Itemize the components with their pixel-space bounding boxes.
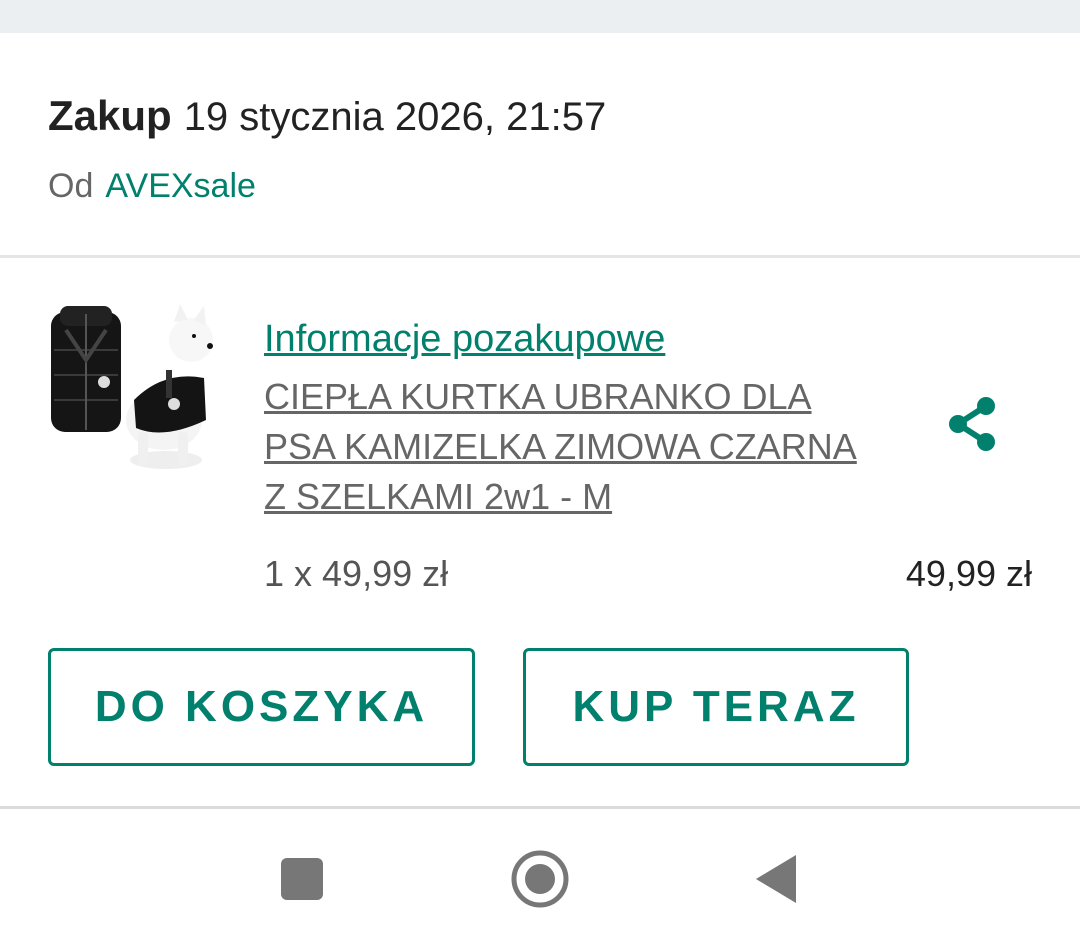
product-title-link[interactable]: CIEPŁA KURTKA UBRANKO DLA PSA KAMIZELKA …	[264, 372, 884, 522]
dog-image	[126, 304, 213, 469]
purchase-title-line: Zakup 19 stycznia 2026, 21:57	[48, 88, 1048, 145]
purchase-label: Zakup	[48, 92, 172, 139]
after-purchase-info-link[interactable]: Informacje pozakupowe	[264, 316, 904, 362]
square-recents-icon[interactable]	[272, 849, 332, 909]
share-icon[interactable]	[940, 392, 1004, 456]
circle-home-icon[interactable]	[510, 849, 570, 909]
jacket-image	[51, 306, 121, 432]
seller-line: Od AVEXsale	[48, 166, 256, 206]
total-price: 49,99 zł	[905, 553, 1032, 594]
seller-prefix: Od	[48, 167, 94, 205]
purchase-header: Zakup 19 stycznia 2026, 21:57	[48, 88, 1048, 145]
quantity-price: 1 x 49,99 zł	[264, 553, 449, 594]
top-status-strip	[0, 0, 1080, 33]
divider	[0, 255, 1080, 258]
system-navigation-bar	[0, 809, 1080, 949]
add-to-cart-button[interactable]: DO KOSZYKA	[48, 648, 475, 766]
product-image[interactable]	[46, 300, 221, 480]
seller-name-link[interactable]: AVEXsale	[105, 167, 256, 205]
triangle-back-icon[interactable]	[748, 849, 808, 909]
purchase-date: 19 stycznia 2026, 21:57	[183, 95, 607, 139]
product-info: Informacje pozakupowe CIEPŁA KURTKA UBRA…	[264, 316, 904, 522]
buy-now-button[interactable]: KUP TERAZ	[523, 648, 909, 766]
